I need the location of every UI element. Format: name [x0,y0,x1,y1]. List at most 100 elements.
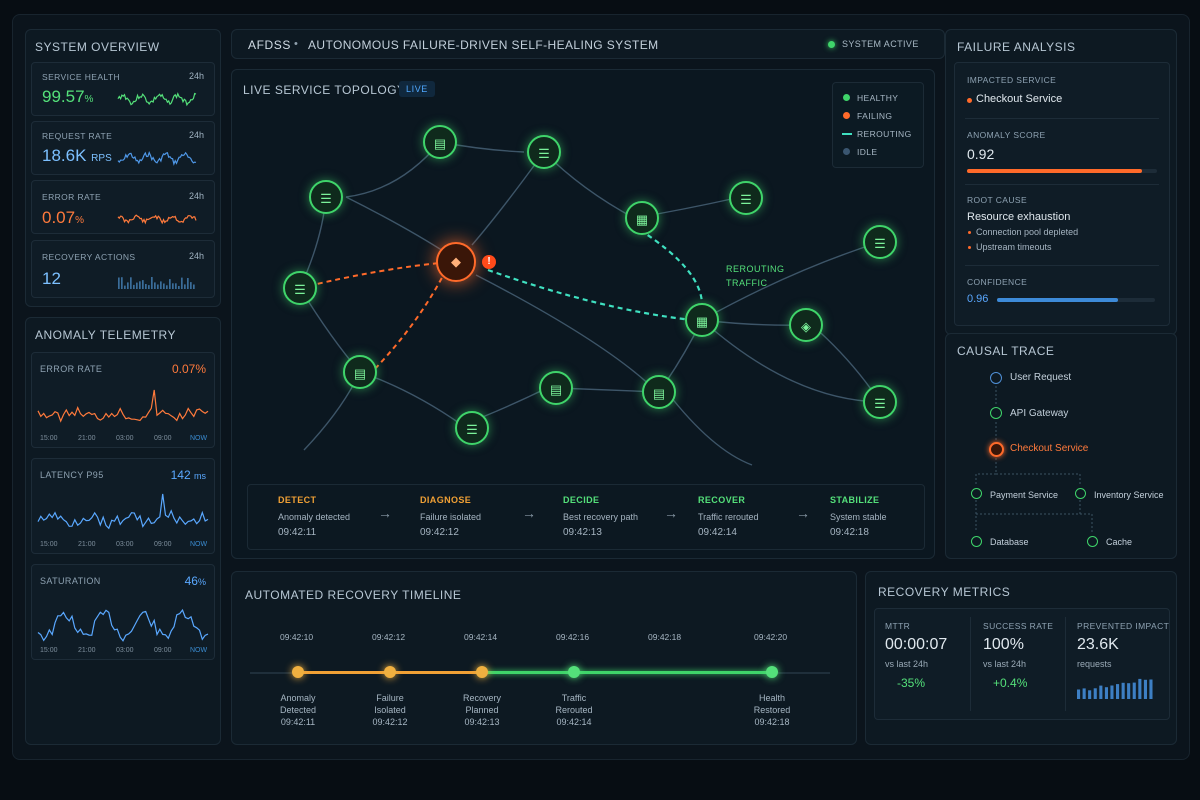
bar [133,284,135,289]
service-node[interactable]: ☰ [863,225,897,259]
service-node[interactable]: ☰ [309,180,343,214]
error-rate-card[interactable]: ERROR RATE 24h 0.07% [31,180,215,234]
bullet [968,231,971,234]
user-request-node[interactable] [990,372,1002,384]
service-node[interactable]: ☰ [455,411,489,445]
telemetry-latency-card[interactable]: LATENCY P95 142 ms 15:00 21:00 03:00 09:… [31,458,215,554]
bar [151,277,153,289]
service-node[interactable]: ▤ [539,371,573,405]
card-label: SERVICE HEALTH [42,72,121,82]
status-dot [828,41,835,48]
stage-description: Anomaly detected [278,512,351,522]
timeline-event-dot[interactable] [292,666,304,678]
bar [1093,688,1097,699]
bar [139,281,141,289]
failure-analysis-body: IMPACTED SERVICE Checkout Service ANOMAL… [954,62,1170,326]
service-node[interactable]: ☰ [729,181,763,215]
success-rate-label: SUCCESS RATE [983,621,1054,631]
panel-title: FAILURE ANALYSIS [957,40,1076,54]
legend-label: REROUTING [857,129,912,139]
saturation-chart [37,608,209,642]
stage-time: 09:42:11 [278,527,317,538]
card-period: 24h [188,251,204,261]
mttr-sub: vs last 24h [885,659,929,669]
bar [157,284,159,289]
telemetry-error-rate-card[interactable]: ERROR RATE 0.07% 15:00 21:00 03:00 09:00… [31,352,215,448]
success-rate-delta: +0.4% [993,676,1028,690]
impacted-service-label: IMPACTED SERVICE [967,75,1057,85]
checkout-service-node[interactable] [989,442,1004,457]
timeline-event-dot[interactable] [568,666,580,678]
latency-chart [37,493,209,530]
database-node[interactable] [971,536,982,547]
service-node[interactable]: ▤ [343,355,377,389]
stage-heading: DETECT [278,495,317,505]
bar [124,285,126,289]
bar [1077,689,1081,699]
anomaly-score-track [967,169,1157,173]
axis-label: 15:00 [40,435,58,442]
recovery-stages: DETECT Anomaly detected 09:42:11 → DIAGN… [247,484,925,550]
timeline-event-dot[interactable] [476,666,488,678]
bar [163,283,165,289]
timeline-event-dot[interactable] [384,666,396,678]
timeline-event-dot[interactable] [766,666,778,678]
trace-label: Database [990,537,1029,547]
timeline-tick: 09:42:18 [648,632,682,642]
bar [1132,682,1136,699]
checkout-service-node[interactable]: ◆ [436,242,476,282]
payment-service-node[interactable] [971,488,982,499]
trace-label: API Gateway [1010,408,1069,419]
cache-node[interactable] [1087,536,1098,547]
stage-description: Failure isolated [420,512,482,522]
system-status-label: SYSTEM ACTIVE [842,39,919,49]
topology-legend: HEALTHY FAILING REROUTING IDLE [832,82,924,168]
bar [1138,678,1142,699]
request-rate-card[interactable]: REQUEST RATE 24h 18.6K RPS [31,121,215,175]
service-node[interactable]: ▦ [625,201,659,235]
confidence-fill [997,298,1119,302]
card-value: 0.07% [171,362,206,376]
service-node[interactable]: ☰ [283,271,317,305]
card-period: 24h [188,71,204,81]
bar [118,277,120,289]
service-health-value: 99.57% [42,87,94,106]
divider [970,617,971,711]
app-full-name: AUTONOMOUS FAILURE-DRIVEN SELF-HEALING S… [308,38,659,52]
service-node[interactable]: ☰ [527,135,561,169]
axis-label: 15:00 [40,647,58,654]
timeline-tick: 09:42:20 [754,632,788,642]
service-node[interactable]: ▤ [642,375,676,409]
anomaly-score-fill [967,169,1142,173]
stage-heading: DECIDE [563,495,600,505]
bar [1121,682,1125,699]
telemetry-saturation-card[interactable]: SATURATION 46% 15:00 21:00 03:00 09:00 N… [31,564,215,660]
timeline-event-label: Recovery Planned 09:42:13 [462,693,501,727]
panel-title: SYSTEM OVERVIEW [35,40,160,54]
anomaly-score-label: ANOMALY SCORE [967,130,1046,140]
bar [1143,679,1147,699]
stage-heading: STABILIZE [830,495,880,505]
bar [175,283,177,289]
bar [1149,679,1153,699]
service-health-card[interactable]: SERVICE HEALTH 24h 99.57% [31,62,215,116]
bar [145,284,147,289]
service-node[interactable]: ◈ [789,308,823,342]
service-node[interactable]: ▦ [685,303,719,337]
service-node[interactable]: ☰ [863,385,897,419]
timeline-tick: 09:42:10 [280,632,314,642]
legend-label: FAILING [857,111,893,121]
axis-label: 09:00 [154,647,172,654]
mttr-label: MTTR [885,621,911,631]
api-gateway-node[interactable] [990,407,1002,419]
card-label: REQUEST RATE [42,131,113,141]
bar [169,279,171,289]
service-node[interactable]: ▤ [423,125,457,159]
inventory-service-node[interactable] [1075,488,1086,499]
recovery-actions-card[interactable]: RECOVERY ACTIONS 24h 12 [31,240,215,298]
bar [154,282,156,289]
panel-title: ANOMALY TELEMETRY [35,328,176,342]
impacted-service-value: Checkout Service [976,93,1063,105]
mttr-delta: -35% [897,676,926,690]
axis-label: 21:00 [78,541,96,548]
